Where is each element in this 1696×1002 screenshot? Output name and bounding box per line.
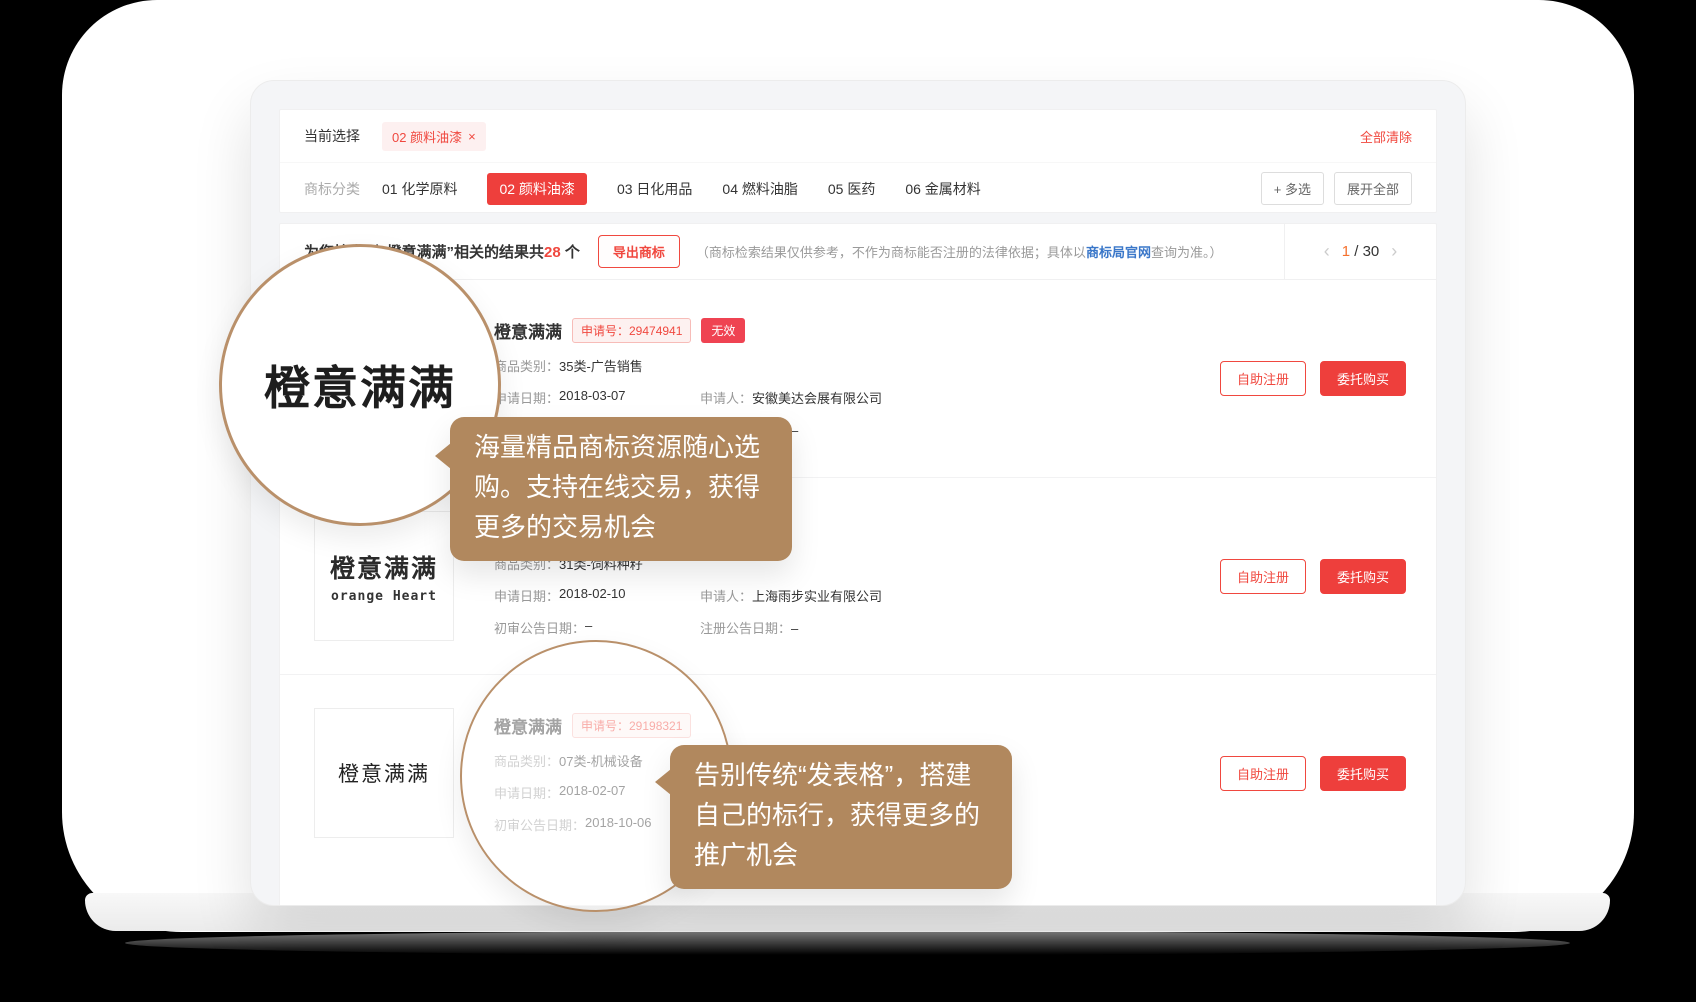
current-selection-row: 当前选择 02 颜料油漆 × 全部清除 [280, 110, 1436, 162]
category-row: 商标分类 01 化学原料 02 颜料油漆 03 日化用品 04 燃料油脂 05 … [280, 162, 1436, 214]
applicant: 上海雨步实业有限公司 [752, 589, 882, 604]
status-badge: 无效 [701, 318, 745, 343]
registration-publication-date: – [791, 423, 798, 438]
marketing-tooltip-promote: 告别传统“发表格”，搭建自己的标行，获得更多的推广机会 [670, 745, 1012, 889]
category-item-04[interactable]: 04 燃料油脂 [722, 179, 797, 199]
total-pages: 30 [1363, 243, 1380, 260]
category-list: 01 化学原料 02 颜料油漆 03 日化用品 04 燃料油脂 05 医药 06… [382, 173, 981, 205]
current-selection-label: 当前选择 [304, 126, 360, 146]
page: 当前选择 02 颜料油漆 × 全部清除 商标分类 01 化学原料 02 颜料油漆… [0, 0, 1696, 1002]
filter-panel: 当前选择 02 颜料油漆 × 全部清除 商标分类 01 化学原料 02 颜料油漆… [279, 109, 1437, 213]
trademark-image-subtext: orange Heart [331, 589, 437, 604]
category-item-03[interactable]: 03 日化用品 [617, 179, 692, 199]
entrust-buy-button[interactable]: 委托购买 [1320, 559, 1406, 594]
category-item-05[interactable]: 05 医药 [828, 179, 875, 199]
trademark-image[interactable]: 橙意满满 [314, 708, 454, 838]
applicant: 安徽美达会展有限公司 [752, 391, 882, 406]
category-item-02-active[interactable]: 02 颜料油漆 [487, 173, 586, 205]
trademark-image[interactable]: 橙意满满 orange Heart [314, 511, 454, 641]
current-page: 1 [1342, 243, 1350, 260]
category-value: 35类-广告销售 [559, 356, 643, 375]
results-header: 为您检索到“橙意满满”相关的结果共28 个 导出商标 （商标检索结果仅供参考，不… [280, 224, 1436, 280]
multi-select-button[interactable]: + 多选 [1261, 172, 1324, 205]
export-trademarks-button[interactable]: 导出商标 [598, 235, 680, 268]
apply-date: 2018-02-10 [559, 586, 626, 605]
disclaimer-text: （商标检索结果仅供参考，不作为商标能否注册的法律依据；具体以商标局官网查询为准。… [696, 242, 1223, 261]
magnified-trademark-text: 橙意满满 [264, 352, 456, 418]
application-number-tag: 申请号：29474941 [572, 318, 691, 343]
trademark-office-link[interactable]: 商标局官网 [1086, 245, 1151, 260]
remove-tag-icon[interactable]: × [468, 129, 476, 144]
clear-all-button[interactable]: 全部清除 [1360, 127, 1412, 146]
entrust-buy-button[interactable]: 委托购买 [1320, 756, 1406, 791]
results-count: 28 [544, 244, 561, 261]
category-item-01[interactable]: 01 化学原料 [382, 179, 457, 199]
pagination: ‹ 1 / 30 › [1284, 224, 1436, 279]
apply-date: 2018-03-07 [559, 388, 626, 407]
expand-all-button[interactable]: 展开全部 [1334, 172, 1412, 205]
category-label: 商标分类 [304, 179, 360, 199]
marketing-tooltip-trade: 海量精品商标资源随心选购。支持在线交易，获得更多的交易机会 [450, 417, 792, 561]
prev-page-icon[interactable]: ‹ [1324, 241, 1330, 262]
trademark-name: 橙意满满 [494, 318, 562, 343]
selected-filter-tag[interactable]: 02 颜料油漆 × [382, 122, 486, 151]
selected-filter-tag-label: 02 颜料油漆 [392, 127, 462, 146]
registration-publication-date: – [791, 621, 798, 636]
first-publication-date: – [585, 618, 592, 637]
entrust-buy-button[interactable]: 委托购买 [1320, 361, 1406, 396]
next-page-icon[interactable]: › [1391, 241, 1397, 262]
category-item-06[interactable]: 06 金属材料 [905, 179, 980, 199]
self-register-button[interactable]: 自助注册 [1220, 361, 1306, 396]
self-register-button[interactable]: 自助注册 [1220, 756, 1306, 791]
self-register-button[interactable]: 自助注册 [1220, 559, 1306, 594]
